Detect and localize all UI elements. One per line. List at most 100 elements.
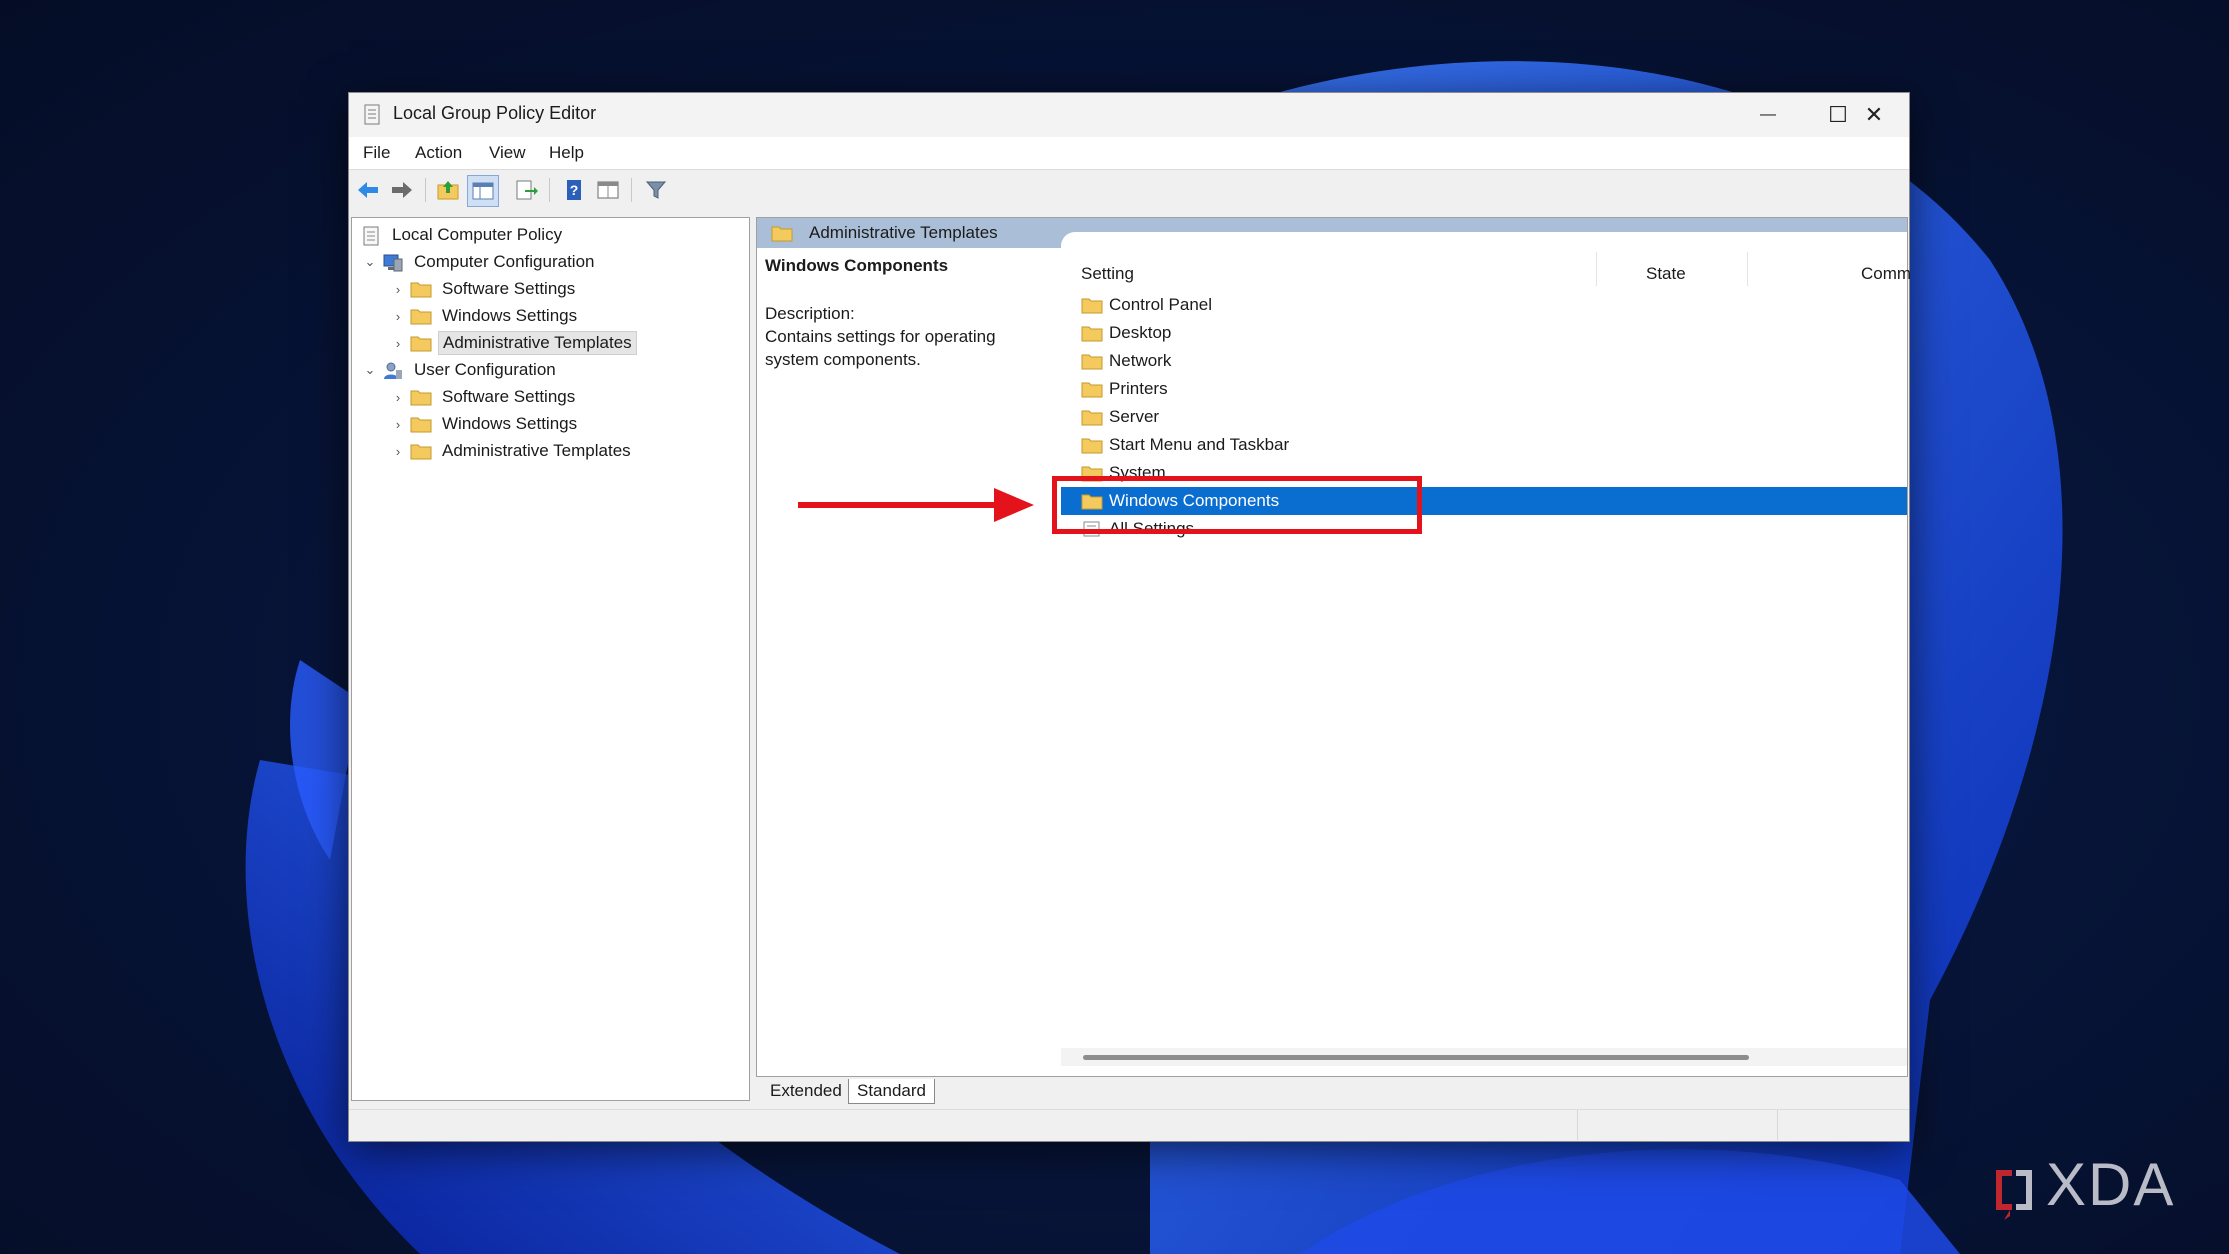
toolbar-separator bbox=[631, 178, 632, 202]
folder-icon bbox=[410, 307, 432, 325]
tree-item-user-configuration[interactable]: ⌄ User Configuration bbox=[362, 357, 560, 383]
tree-label: Windows Settings bbox=[442, 306, 578, 325]
chevron-right-icon[interactable]: › bbox=[390, 444, 406, 459]
menu-view[interactable]: View bbox=[489, 143, 526, 163]
description-label: Description: bbox=[765, 304, 855, 323]
close-button[interactable]: ✕ bbox=[1839, 93, 1909, 137]
list-item-network[interactable]: Network bbox=[1061, 347, 1907, 375]
folder-icon bbox=[410, 415, 432, 433]
folder-icon bbox=[771, 226, 793, 242]
title-bar[interactable]: Local Group Policy Editor — ☐ ✕ bbox=[349, 93, 1909, 137]
properties-button[interactable] bbox=[593, 175, 623, 205]
list-item-server[interactable]: Server bbox=[1061, 403, 1907, 431]
svg-text:?: ? bbox=[570, 182, 579, 198]
list-item-label: Start Menu and Taskbar bbox=[1109, 435, 1290, 454]
forward-arrow-icon bbox=[392, 182, 412, 198]
chevron-right-icon[interactable]: › bbox=[390, 417, 406, 432]
toolbar-separator bbox=[425, 178, 426, 202]
folder-icon bbox=[1081, 380, 1103, 398]
description-text-line1: Contains settings for operating bbox=[765, 327, 996, 346]
list-item-printers[interactable]: Printers bbox=[1061, 375, 1907, 403]
tree-label: Local Computer Policy bbox=[392, 225, 563, 244]
filter-icon bbox=[645, 181, 667, 199]
scrollbar-thumb[interactable] bbox=[1083, 1055, 1749, 1060]
tree-item-uc-administrative-templates[interactable]: › Administrative Templates bbox=[390, 438, 635, 464]
close-icon: ✕ bbox=[1864, 102, 1884, 127]
column-header-setting[interactable]: Setting bbox=[1081, 264, 1134, 284]
highlight-box-annotation bbox=[1052, 476, 1422, 534]
tree-label: Windows Settings bbox=[442, 414, 578, 433]
header-notch bbox=[1061, 232, 1907, 248]
up-folder-icon bbox=[437, 181, 459, 200]
status-divider bbox=[1577, 1110, 1578, 1140]
show-hide-tree-button[interactable] bbox=[467, 175, 499, 207]
column-header-state[interactable]: State bbox=[1646, 264, 1686, 284]
export-list-button[interactable] bbox=[511, 175, 541, 205]
menu-help[interactable]: Help bbox=[549, 143, 584, 163]
chevron-right-icon[interactable]: › bbox=[390, 336, 406, 351]
tree-item-uc-software-settings[interactable]: › Software Settings bbox=[390, 384, 579, 410]
list-item-label: Desktop bbox=[1109, 323, 1172, 342]
menu-file[interactable]: File bbox=[363, 143, 390, 163]
horizontal-scrollbar[interactable] bbox=[1061, 1048, 1907, 1066]
window-title: Local Group Policy Editor bbox=[393, 103, 597, 123]
forward-button[interactable] bbox=[387, 175, 417, 205]
tree-item-local-computer-policy[interactable]: Local Computer Policy bbox=[356, 222, 566, 248]
back-button[interactable] bbox=[353, 175, 383, 205]
red-arrow-annotation bbox=[798, 488, 1034, 522]
folder-icon bbox=[410, 334, 432, 352]
description-title: Windows Components bbox=[765, 256, 949, 275]
properties-icon bbox=[597, 181, 619, 199]
list-item-start-menu-and-taskbar[interactable]: Start Menu and Taskbar bbox=[1061, 431, 1907, 459]
details-header-title: Administrative Templates bbox=[809, 223, 998, 242]
toolbar-separator bbox=[549, 178, 550, 202]
up-one-level-button[interactable] bbox=[433, 175, 463, 205]
help-icon: ? bbox=[567, 180, 581, 200]
minimize-button[interactable]: — bbox=[1733, 93, 1803, 137]
tab-label: Standard bbox=[857, 1081, 926, 1100]
tree-label: Administrative Templates bbox=[438, 331, 637, 355]
tab-extended[interactable]: Extended bbox=[762, 1079, 850, 1103]
tree-item-cc-administrative-templates[interactable]: › Administrative Templates bbox=[390, 330, 637, 356]
export-list-icon bbox=[516, 180, 538, 200]
column-divider[interactable] bbox=[1596, 252, 1597, 286]
minimize-icon: — bbox=[1760, 106, 1776, 123]
chevron-right-icon[interactable]: › bbox=[390, 309, 406, 324]
list-item-control-panel[interactable]: Control Panel bbox=[1061, 291, 1907, 319]
policy-app-icon bbox=[364, 104, 380, 125]
tree-label: Software Settings bbox=[442, 279, 576, 298]
help-button[interactable]: ? bbox=[559, 175, 589, 205]
chevron-right-icon[interactable]: › bbox=[390, 390, 406, 405]
group-policy-editor-window: Local Group Policy Editor — ☐ ✕ File Act… bbox=[348, 92, 1911, 1142]
user-icon bbox=[382, 361, 404, 379]
chevron-right-icon[interactable]: › bbox=[390, 282, 406, 297]
xda-brand-text: XDA bbox=[2046, 1151, 2176, 1218]
policy-document-icon bbox=[360, 226, 382, 246]
tree-item-uc-windows-settings[interactable]: › Windows Settings bbox=[390, 411, 581, 437]
tree-label: Computer Configuration bbox=[414, 252, 595, 271]
menu-action[interactable]: Action bbox=[415, 143, 462, 163]
tree-label: User Configuration bbox=[414, 360, 556, 379]
xda-logo-icon bbox=[1996, 1170, 2032, 1220]
folder-icon bbox=[1081, 296, 1103, 314]
tree-label: Software Settings bbox=[442, 387, 576, 406]
settings-list: Setting State Comm Control Panel Desktop… bbox=[1061, 248, 1911, 1048]
list-item-desktop[interactable]: Desktop bbox=[1061, 319, 1907, 347]
toolbar: ? bbox=[349, 170, 1909, 210]
status-bar bbox=[349, 1109, 1909, 1140]
tree-item-cc-windows-settings[interactable]: › Windows Settings bbox=[390, 303, 581, 329]
back-arrow-icon bbox=[358, 182, 378, 198]
chevron-down-icon[interactable]: ⌄ bbox=[362, 362, 378, 378]
list-item-label: Network bbox=[1109, 351, 1172, 370]
status-divider bbox=[1777, 1110, 1778, 1140]
show-hide-tree-icon bbox=[472, 182, 494, 200]
filter-button[interactable] bbox=[641, 175, 671, 205]
column-divider[interactable] bbox=[1747, 252, 1748, 286]
tree-item-cc-software-settings[interactable]: › Software Settings bbox=[390, 276, 579, 302]
folder-icon bbox=[410, 442, 432, 460]
tab-standard[interactable]: Standard bbox=[848, 1079, 935, 1104]
chevron-down-icon[interactable]: ⌄ bbox=[362, 254, 378, 270]
column-header-comment[interactable]: Comm bbox=[1861, 264, 1911, 284]
tree-item-computer-configuration[interactable]: ⌄ Computer Configuration bbox=[362, 249, 598, 275]
list-item-label: Control Panel bbox=[1109, 295, 1213, 314]
